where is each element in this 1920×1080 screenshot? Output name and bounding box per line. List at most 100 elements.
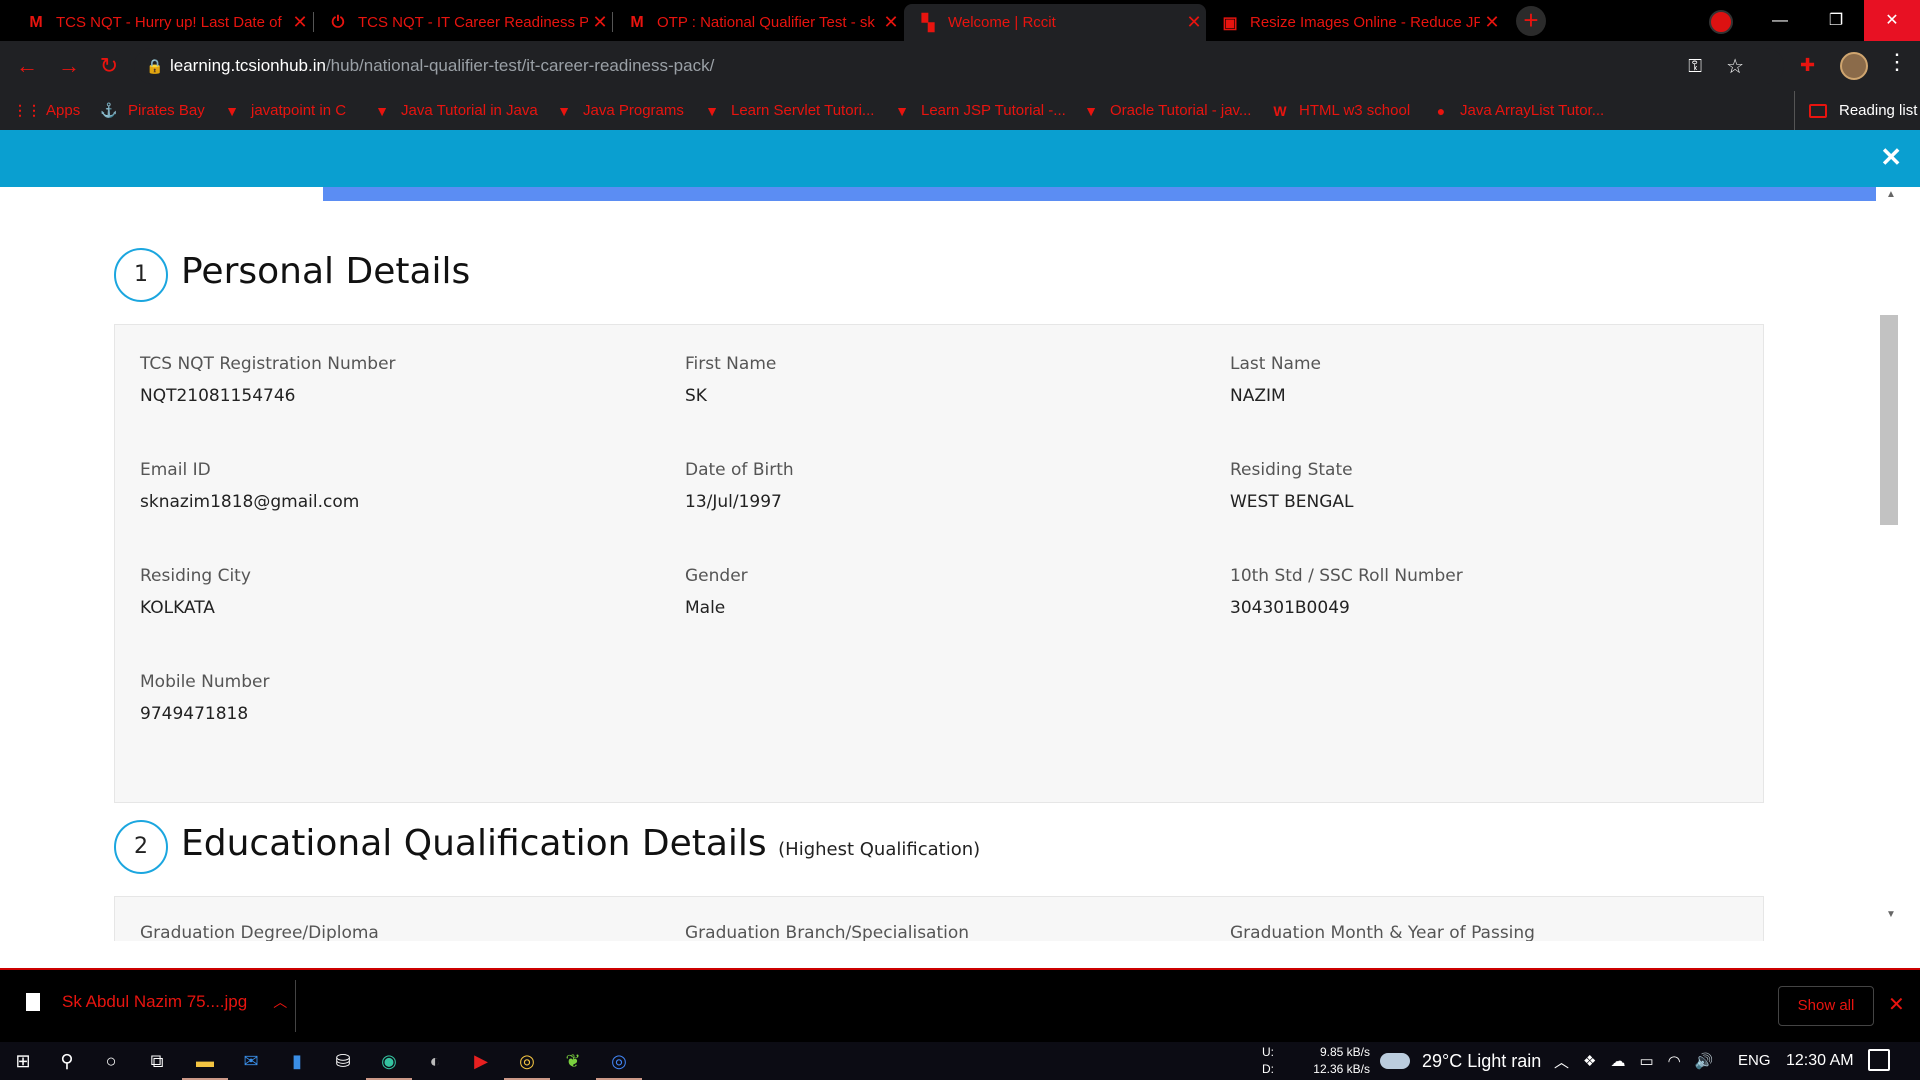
chrome-icon[interactable]: ◎ (504, 1046, 550, 1080)
app-icon[interactable]: ◐ (420, 1046, 450, 1076)
green-circle-icon: ● (1436, 102, 1446, 119)
close-tab-icon[interactable]: ✕ (879, 12, 903, 33)
close-tab-icon[interactable]: ✕ (1182, 12, 1206, 33)
store-icon[interactable]: ⛁ (328, 1046, 358, 1076)
extensions-puzzle-icon[interactable]: ✚ (1800, 55, 1820, 75)
language-indicator[interactable]: ENG (1738, 1052, 1771, 1069)
record-icon[interactable] (1709, 10, 1733, 34)
lock-icon[interactable]: 🔒 (140, 58, 170, 75)
section-title: Personal Details (181, 251, 471, 292)
browser-tab-active[interactable]: ▚ Welcome | Rccit ✕ (904, 4, 1206, 41)
field-gender: Gender Male (685, 566, 748, 618)
javatpoint-icon: ▼ (705, 102, 719, 119)
field-ssc-roll-number: 10th Std / SSC Roll Number 304301B0049 (1230, 566, 1463, 618)
edge-browser-icon[interactable]: ◉ (366, 1046, 412, 1080)
bookmark-item[interactable]: ▼ javatpoint in C (223, 91, 346, 130)
show-all-button[interactable]: Show all (1778, 986, 1874, 1026)
reading-list-icon (1809, 103, 1827, 118)
chrome-profile-icon[interactable]: ◎ (596, 1046, 642, 1080)
spring-tools-icon[interactable]: ❦ (558, 1046, 588, 1076)
bookmark-apps[interactable]: ⋮⋮ Apps (13, 91, 80, 130)
bookmark-item[interactable]: ▼ Java Tutorial in Java (373, 91, 538, 130)
bookmark-item[interactable]: W HTML w3 school (1271, 91, 1410, 130)
chevron-up-icon[interactable]: ︿ (1554, 1051, 1569, 1072)
youtube-icon[interactable]: ▶ (466, 1046, 496, 1076)
browser-tab[interactable]: M TCS NQT - Hurry up! Last Date of ✕ (12, 4, 312, 41)
scroll-down-icon[interactable]: ▼ (1886, 909, 1896, 920)
tab-title: Resize Images Online - Reduce JP (1250, 14, 1480, 31)
battery-icon[interactable]: ▭ (1639, 1052, 1653, 1070)
progress-bar (323, 187, 1876, 201)
field-graduation-passing-year: Graduation Month & Year of Passing (1230, 923, 1535, 943)
javatpoint-icon: ▼ (895, 102, 909, 119)
scroll-up-icon[interactable]: ▲ (1886, 189, 1896, 200)
tab-title: TCS NQT - Hurry up! Last Date of (56, 14, 282, 31)
modal-content: 1 Personal Details TCS NQT Registration … (0, 201, 1880, 970)
close-tab-icon[interactable]: ✕ (1480, 12, 1504, 33)
document-icon[interactable]: ▮ (282, 1046, 312, 1076)
close-download-bar-icon[interactable]: ✕ (1888, 992, 1905, 1017)
chevron-up-icon[interactable]: ︿ (273, 992, 287, 1012)
windows-start-icon[interactable]: ⊞ (8, 1046, 38, 1076)
scrollbar-thumb[interactable] (1880, 315, 1898, 525)
task-view-icon[interactable]: ⧉ (142, 1046, 172, 1076)
javatpoint-icon: ▼ (375, 102, 389, 119)
bookmark-item[interactable]: ▼ Learn JSP Tutorial -... (893, 91, 1066, 130)
system-tray: ︿ ❖ ☁ ▭ ◠ 🔊 (1554, 1042, 1727, 1080)
kebab-menu-icon[interactable]: ⋮ (1886, 49, 1908, 75)
browser-tab[interactable]: ⏻ TCS NQT - IT Career Readiness P ✕ (314, 4, 612, 41)
wifi-icon[interactable]: ◠ (1668, 1052, 1681, 1070)
minimize-icon[interactable]: — (1752, 0, 1808, 41)
close-window-icon[interactable]: ✕ (1864, 0, 1920, 41)
personal-details-panel: TCS NQT Registration Number NQT2108115474… (114, 324, 1764, 803)
mail-icon[interactable]: ✉ (236, 1046, 266, 1076)
bookmark-item[interactable]: ● Java ArrayList Tutor... (1432, 91, 1604, 130)
dropbox-icon[interactable]: ❖ (1583, 1052, 1596, 1070)
power-icon: ⏻ (331, 13, 345, 31)
back-icon[interactable]: ← (12, 51, 42, 81)
field-mobile-number: Mobile Number 9749471818 (140, 672, 270, 724)
key-icon[interactable]: ⚿ (1688, 56, 1702, 77)
field-first-name: First Name SK (685, 354, 777, 406)
new-tab-button[interactable]: + (1516, 6, 1546, 36)
field-last-name: Last Name NAZIM (1230, 354, 1321, 406)
close-modal-icon[interactable]: ✕ (1880, 142, 1902, 173)
notification-icon[interactable] (1868, 1049, 1890, 1071)
bookmark-item[interactable]: ▼ Learn Servlet Tutori... (703, 91, 874, 130)
profile-avatar[interactable] (1840, 52, 1868, 80)
pirate-ship-icon: ⚓ (100, 102, 118, 118)
bookmark-item[interactable]: ⚓ Pirates Bay (100, 91, 204, 130)
reading-list-button[interactable]: Reading list (1794, 91, 1917, 130)
field-residing-state: Residing State WEST BENGAL (1230, 460, 1354, 512)
address-bar[interactable]: 🔒 learning.tcsionhub.in/hub/national-qua… (134, 48, 1784, 84)
file-icon (26, 993, 40, 1011)
close-tab-icon[interactable]: ✕ (288, 12, 312, 33)
javatpoint-icon: ▼ (1084, 102, 1098, 119)
volume-icon[interactable]: 🔊 (1695, 1052, 1714, 1070)
bookmark-item[interactable]: ▼ Java Programs (555, 91, 684, 130)
reload-icon[interactable]: ↻ (94, 51, 124, 81)
field-date-of-birth: Date of Birth 13/Jul/1997 (685, 460, 794, 512)
bookmark-item[interactable]: ▼ Oracle Tutorial - jav... (1082, 91, 1251, 130)
weather-widget[interactable]: 29°C Light rain (1380, 1042, 1541, 1080)
download-filename: Sk Abdul Nazim 75....jpg (62, 992, 248, 1011)
browser-tab[interactable]: M OTP : National Qualifier Test - sk ✕ (613, 4, 903, 41)
forward-icon[interactable]: → (54, 51, 84, 81)
page-bottom-edge (0, 941, 1920, 970)
tab-title: TCS NQT - IT Career Readiness P (358, 14, 588, 31)
close-tab-icon[interactable]: ✕ (588, 12, 612, 33)
clock[interactable]: 12:30 AM (1786, 1052, 1854, 1070)
search-icon[interactable]: ⚲ (52, 1046, 82, 1076)
section-subtitle: (Highest Qualification) (778, 839, 981, 860)
browser-tab[interactable]: ▣ Resize Images Online - Reduce JP ✕ (1206, 4, 1504, 41)
windows-taskbar: ⊞ ⚲ ○ ⧉ ▬ ✉ ▮ ⛁ ◉ ◐ ▶ ◎ ❦ ◎ U: 9.85 kB/s … (0, 1042, 1920, 1080)
onedrive-icon[interactable]: ☁ (1610, 1052, 1625, 1070)
javatpoint-icon: ▼ (225, 102, 239, 119)
download-item[interactable]: Sk Abdul Nazim 75....jpg ︿ (26, 992, 287, 1012)
download-bar: Sk Abdul Nazim 75....jpg ︿ Show all ✕ (0, 970, 1920, 1042)
vertical-scrollbar[interactable]: ▲ ▼ (1880, 187, 1920, 970)
bookmark-star-icon[interactable]: ☆ (1726, 54, 1744, 79)
file-explorer-icon[interactable]: ▬ (182, 1046, 228, 1080)
cortana-icon[interactable]: ○ (96, 1046, 126, 1076)
restore-icon[interactable]: ❐ (1808, 0, 1864, 41)
